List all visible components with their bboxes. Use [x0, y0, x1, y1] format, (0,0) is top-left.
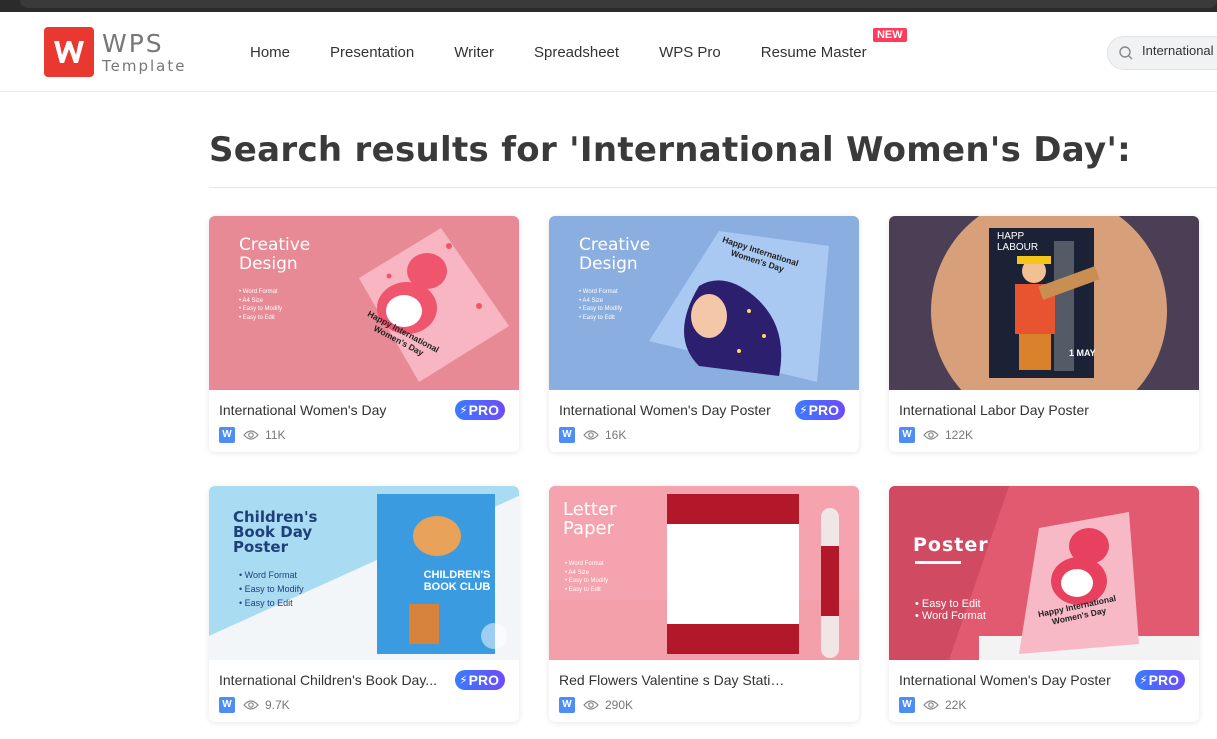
template-title[interactable]: International Women's Day Poster: [899, 672, 1127, 688]
eye-icon: [243, 700, 259, 710]
thumb-bullet: • Word Format: [239, 570, 297, 580]
eye-icon: [243, 430, 259, 440]
view-count: 22K: [945, 698, 967, 712]
poster-caption: 1 MAY: [1069, 348, 1096, 358]
title-divider: [209, 187, 1217, 188]
template-title[interactable]: International Labor Day Poster: [899, 402, 1127, 418]
writer-app-icon: W: [219, 427, 235, 443]
template-card[interactable]: HAPP LABOUR 1 MAY International Labor Day…: [889, 216, 1199, 452]
search-box[interactable]: [1107, 36, 1217, 70]
view-count: 290K: [605, 698, 634, 712]
wps-logo[interactable]: WPS Template: [44, 27, 194, 77]
nav-home[interactable]: Home: [250, 44, 290, 61]
writer-app-icon: W: [899, 427, 915, 443]
eye-icon: [923, 700, 939, 710]
view-count: 9.7K: [265, 698, 290, 712]
logo-subtitle: Template: [102, 57, 187, 75]
bolt-icon: ⚡: [1139, 673, 1148, 687]
page-title: Search results for 'International Women'…: [209, 130, 1132, 170]
template-meta: W 122K: [899, 427, 973, 443]
logo-wordmark: WPS: [102, 29, 164, 58]
template-meta: W 11K: [219, 427, 285, 443]
thumb-heading-line: Poster: [913, 534, 989, 556]
template-card[interactable]: Children's Book Day Poster • Word Format • …: [209, 486, 519, 722]
nav-resume-master-label: Resume Master: [760, 43, 867, 61]
pro-badge: ⚡ PRO: [795, 400, 845, 420]
template-card[interactable]: Creative Design • Word Format • A4 Size • E…: [209, 216, 519, 452]
eye-icon: [923, 430, 939, 440]
writer-app-icon: W: [219, 697, 235, 713]
view-count: 11K: [265, 428, 286, 442]
writer-app-icon: W: [559, 427, 575, 443]
poster-illustration: [649, 231, 829, 382]
template-title[interactable]: International Women's Day: [219, 402, 447, 418]
view-count: 16K: [605, 428, 627, 442]
template-title[interactable]: International Women's Day Poster: [559, 402, 787, 418]
pro-badge: ⚡ PRO: [455, 670, 505, 690]
thumb-bullet: • Easy to Edit: [915, 598, 981, 610]
poster-caption: CHILDREN'S BOOK CLUB: [423, 569, 491, 593]
heading-underline: [915, 561, 961, 564]
pro-badge-label: PRO: [468, 672, 499, 688]
thumb-bullet: • Word Format: [915, 610, 986, 622]
poster-heading-line: HAPP: [997, 231, 1025, 242]
nav-wps-pro[interactable]: WPS Pro: [659, 44, 721, 61]
template-title[interactable]: Red Flowers Valentine s Day Stationery: [559, 672, 787, 688]
main-nav: Home Presentation Writer Spreadsheet WPS…: [250, 12, 907, 92]
eye-icon: [583, 430, 599, 440]
template-title[interactable]: International Children's Book Day...: [219, 672, 447, 688]
template-thumbnail[interactable]: Letter Paper • Word Format • A4 Size • Easy…: [549, 486, 859, 660]
bolt-icon: ⚡: [459, 673, 468, 687]
eye-icon: [583, 700, 599, 710]
poster-illustration: [889, 486, 1199, 660]
poster-heading-line: LABOUR: [997, 242, 1039, 253]
bolt-icon: ⚡: [799, 403, 808, 417]
template-meta: W 16K: [559, 427, 626, 443]
thumb-bullet: • Easy to Modify: [239, 584, 304, 594]
template-card[interactable]: Creative Design • Word Format • A4 Size • E…: [549, 216, 859, 452]
search-icon: [1119, 46, 1133, 60]
thumb-bullet: • Easy to Edit: [239, 598, 293, 608]
new-badge: NEW: [872, 27, 907, 42]
site-header: WPS Template Home Presentation Writer Sp…: [0, 12, 1217, 92]
pro-badge-label: PRO: [1148, 672, 1179, 688]
nav-writer[interactable]: Writer: [454, 44, 494, 61]
template-card[interactable]: Poster • Easy to Edit • Word Format Happy…: [889, 486, 1199, 722]
nav-spreadsheet[interactable]: Spreadsheet: [534, 44, 619, 61]
browser-top-strip: [0, 0, 1217, 12]
template-thumbnail[interactable]: Creative Design • Word Format • A4 Size • E…: [209, 216, 519, 390]
poster-heading: HAPP LABOUR: [997, 231, 1038, 253]
template-thumbnail[interactable]: Poster • Easy to Edit • Word Format Happy…: [889, 486, 1199, 660]
view-count: 122K: [945, 428, 974, 442]
nav-resume-master[interactable]: Resume Master NEW: [760, 27, 907, 61]
writer-app-icon: W: [559, 697, 575, 713]
nav-presentation[interactable]: Presentation: [330, 44, 414, 61]
pro-badge-label: PRO: [808, 402, 839, 418]
template-meta: W 9.7K: [219, 697, 290, 713]
thumb-heading-line: Poster: [233, 538, 288, 556]
template-thumbnail[interactable]: HAPP LABOUR 1 MAY: [889, 216, 1199, 390]
template-thumbnail[interactable]: Children's Book Day Poster • Word Format • …: [209, 486, 519, 660]
search-input[interactable]: [1142, 43, 1217, 58]
template-meta: W 22K: [899, 697, 966, 713]
pro-badge: ⚡ PRO: [1135, 670, 1185, 690]
bolt-icon: ⚡: [459, 403, 468, 417]
template-thumbnail[interactable]: Creative Design • Word Format • A4 Size • E…: [549, 216, 859, 390]
wps-logo-icon: [44, 27, 94, 77]
pro-badge: ⚡ PRO: [455, 400, 505, 420]
template-meta: W 290K: [559, 697, 633, 713]
writer-app-icon: W: [899, 697, 915, 713]
poster-illustration: [931, 216, 1167, 390]
poster-illustration: [549, 494, 859, 660]
poster-illustration: [359, 228, 509, 382]
pro-badge-label: PRO: [468, 402, 499, 418]
template-card[interactable]: Letter Paper • Word Format • A4 Size • Easy…: [549, 486, 859, 722]
